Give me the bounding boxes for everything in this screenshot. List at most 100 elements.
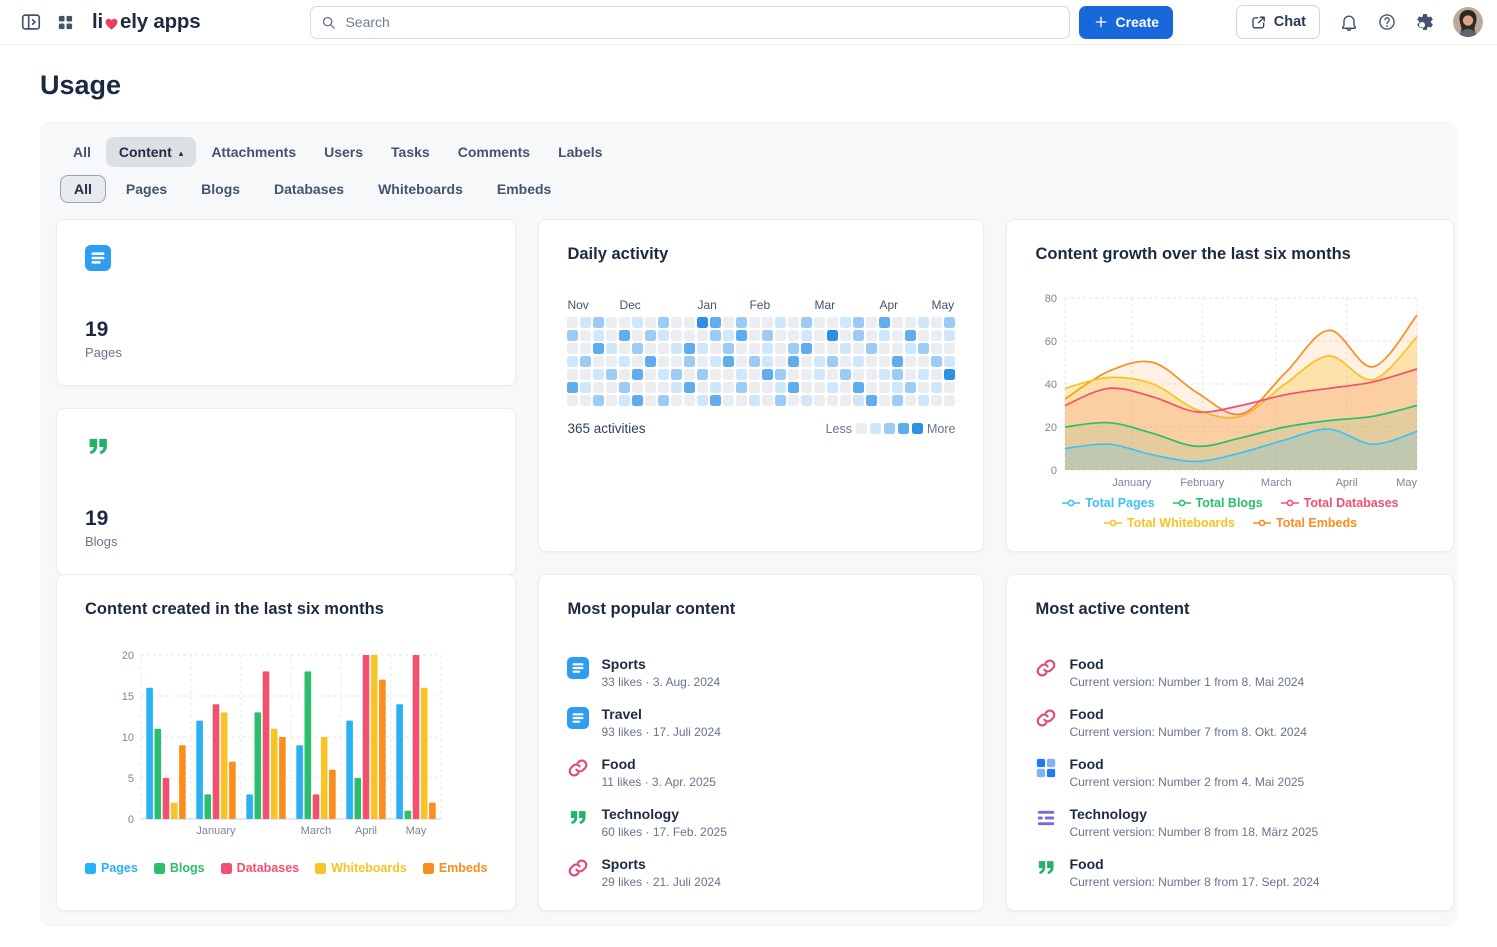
legend-item[interactable]: Whiteboards	[315, 861, 407, 875]
heatmap-month-labels: NovDecJanFebMarAprMay	[567, 298, 955, 315]
content-title[interactable]: Food	[1069, 706, 1306, 722]
content-title[interactable]: Food	[1069, 656, 1304, 672]
content-title[interactable]: Sports	[601, 856, 720, 872]
legend-item[interactable]: Databases	[221, 861, 300, 875]
sidebar-toggle-icon	[20, 11, 42, 33]
heatmap-cell	[840, 395, 851, 406]
avatar[interactable]	[1453, 7, 1483, 37]
chat-button[interactable]: Chat	[1236, 5, 1320, 39]
heatmap-cell	[931, 317, 942, 328]
content-title[interactable]: Sports	[601, 656, 720, 672]
heatmap-cell	[567, 330, 578, 341]
bar	[355, 778, 362, 819]
svg-text:January: January	[196, 825, 236, 837]
heatmap-cell	[632, 343, 643, 354]
heatmap-cell	[632, 395, 643, 406]
active-content-item[interactable]: TechnologyCurrent version: Number 8 from…	[1035, 801, 1425, 844]
content-title[interactable]: Technology	[1069, 806, 1318, 822]
heatmap-cell	[775, 356, 786, 367]
tab-all[interactable]: All	[60, 137, 104, 167]
heatmap-cell	[866, 395, 877, 406]
heatmap-cell	[775, 382, 786, 393]
legend-item[interactable]: Total Blogs	[1173, 496, 1263, 510]
notifications-button[interactable]	[1332, 5, 1366, 39]
active-content-item[interactable]: FoodCurrent version: Number 8 from 17. S…	[1035, 851, 1425, 894]
heatmap-cell	[723, 356, 734, 367]
heatmap-cell	[827, 382, 838, 393]
heatmap-cell	[632, 382, 643, 393]
subtab-embeds[interactable]: Embeds	[483, 175, 565, 203]
heatmap-cell	[632, 317, 643, 328]
legend-item[interactable]: Total Embeds	[1253, 516, 1357, 530]
heatmap-cell	[736, 356, 747, 367]
subtab-blogs[interactable]: Blogs	[187, 175, 254, 203]
heatmap-cell	[788, 382, 799, 393]
activities-total: 365 activities	[567, 421, 645, 436]
create-button[interactable]: Create	[1079, 6, 1173, 39]
settings-button[interactable]	[1408, 5, 1442, 39]
subtab-databases[interactable]: Databases	[260, 175, 358, 203]
heatmap-month-label: May	[931, 298, 954, 312]
content-title[interactable]: Technology	[601, 806, 726, 822]
active-content-item[interactable]: FoodCurrent version: Number 7 from 8. Ok…	[1035, 701, 1425, 744]
heatmap-cell	[918, 356, 929, 367]
legend-marker-icon	[1281, 498, 1299, 508]
tab-content[interactable]: Content▴	[106, 137, 196, 167]
sidebar-toggle-button[interactable]	[14, 5, 48, 39]
popular-content-item[interactable]: Sports29 likes · 21. Juli 2024	[567, 851, 955, 894]
bar	[321, 737, 328, 819]
heatmap-cell	[645, 382, 656, 393]
bar	[246, 794, 253, 819]
heatmap-cell	[697, 382, 708, 393]
help-button[interactable]	[1370, 5, 1404, 39]
heatmap-cell	[645, 343, 656, 354]
heatmap-cell	[918, 330, 929, 341]
legend-swatch	[154, 863, 165, 874]
heatmap-cell	[749, 382, 760, 393]
heatmap-cell	[723, 343, 734, 354]
list-item-text: Sports33 likes · 3. Aug. 2024	[601, 656, 720, 689]
heatmap-cell	[801, 369, 812, 380]
popular-content-item[interactable]: Travel93 likes · 17. Juli 2024	[567, 701, 955, 744]
popular-content-item[interactable]: Technology 60 likes · 17. Feb. 2025	[567, 801, 955, 844]
heatmap-cell	[697, 317, 708, 328]
subtab-pages[interactable]: Pages	[112, 175, 181, 203]
active-content-item[interactable]: FoodCurrent version: Number 2 from 4. Ma…	[1035, 751, 1425, 794]
search-input[interactable]	[310, 6, 1070, 39]
list-item-text: Food11 likes · 3. Apr. 2025	[601, 756, 716, 789]
tab-tasks[interactable]: Tasks	[378, 137, 443, 167]
app-switcher-button[interactable]	[48, 5, 82, 39]
content-title[interactable]: Food	[1069, 756, 1304, 772]
legend-item[interactable]: Embeds	[423, 861, 488, 875]
legend-item[interactable]: Blogs	[154, 861, 205, 875]
stat-label: Pages	[85, 345, 487, 360]
active-content-item[interactable]: FoodCurrent version: Number 1 from 8. Ma…	[1035, 651, 1425, 694]
subtab-whiteboards[interactable]: Whiteboards	[364, 175, 477, 203]
heatmap-cell	[762, 330, 773, 341]
legend-item[interactable]: Total Whiteboards	[1104, 516, 1235, 530]
tab-labels[interactable]: Labels	[545, 137, 615, 167]
heatmap-cell	[892, 382, 903, 393]
tab-attachments[interactable]: Attachments	[198, 137, 309, 167]
heatmap-footer: 365 activities Less More	[567, 421, 955, 436]
heatmap-cell	[658, 395, 669, 406]
legend-item[interactable]: Total Databases	[1281, 496, 1399, 510]
heatmap-cell	[918, 395, 929, 406]
subtab-all[interactable]: All	[60, 175, 106, 203]
logo[interactable]: li ely apps	[92, 10, 200, 34]
tab-comments[interactable]: Comments	[445, 137, 543, 167]
content-title[interactable]: Travel	[601, 706, 720, 722]
heatmap-cell	[593, 317, 604, 328]
bar	[396, 704, 403, 819]
content-title[interactable]: Food	[1069, 856, 1319, 872]
heatmap-cell	[619, 369, 630, 380]
popular-content-item[interactable]: Sports33 likes · 3. Aug. 2024	[567, 651, 955, 694]
content-meta: 60 likes · 17. Feb. 2025	[601, 825, 726, 839]
heatmap-cell	[827, 330, 838, 341]
content-title[interactable]: Food	[601, 756, 716, 772]
list-item-text: Sports29 likes · 21. Juli 2024	[601, 856, 720, 889]
tab-users[interactable]: Users	[311, 137, 376, 167]
legend-item[interactable]: Pages	[85, 861, 138, 875]
popular-content-item[interactable]: Food11 likes · 3. Apr. 2025	[567, 751, 955, 794]
legend-item[interactable]: Total Pages	[1062, 496, 1154, 510]
